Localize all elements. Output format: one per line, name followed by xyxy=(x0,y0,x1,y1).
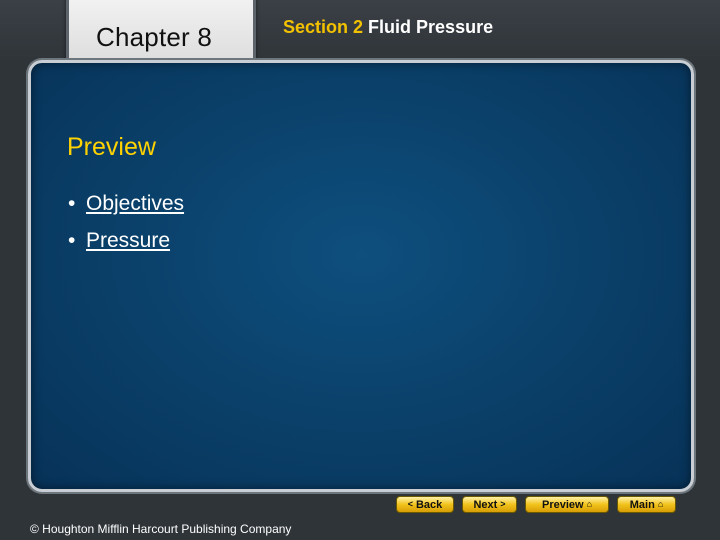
objectives-link[interactable]: Objectives xyxy=(86,192,184,215)
bullet-marker: • xyxy=(68,192,76,215)
main-button-label: Main xyxy=(629,498,655,511)
list-item: • Pressure xyxy=(68,229,184,266)
preview-button-label: Preview xyxy=(541,498,584,511)
section-name: Fluid Pressure xyxy=(368,17,494,37)
navigation-bar: < Back Next > Preview ⌂ Main ⌂ xyxy=(396,496,676,514)
pressure-link[interactable]: Pressure xyxy=(86,229,170,252)
list-item: • Objectives xyxy=(68,192,184,229)
section-title: Section 2 Fluid Pressure xyxy=(283,17,493,38)
home-icon: ⌂ xyxy=(657,499,664,509)
bullet-marker: • xyxy=(68,229,76,252)
chevron-right-icon: > xyxy=(500,499,506,509)
back-button-label: Back xyxy=(415,498,443,511)
next-button-label: Next xyxy=(473,498,498,511)
section-number: Section 2 xyxy=(283,17,364,37)
main-button[interactable]: Main ⌂ xyxy=(617,496,676,513)
preview-list: • Objectives • Pressure xyxy=(68,192,184,266)
preview-button[interactable]: Preview ⌂ xyxy=(525,496,609,513)
preview-heading: Preview xyxy=(67,133,156,161)
chevron-left-icon: < xyxy=(407,499,413,509)
copyright-notice: © Houghton Mifflin Harcourt Publishing C… xyxy=(30,522,292,536)
chapter-title: Chapter 8 xyxy=(96,22,212,52)
next-button[interactable]: Next > xyxy=(462,496,517,513)
content-panel xyxy=(28,60,694,492)
back-button[interactable]: < Back xyxy=(396,496,454,513)
home-icon: ⌂ xyxy=(586,499,593,509)
